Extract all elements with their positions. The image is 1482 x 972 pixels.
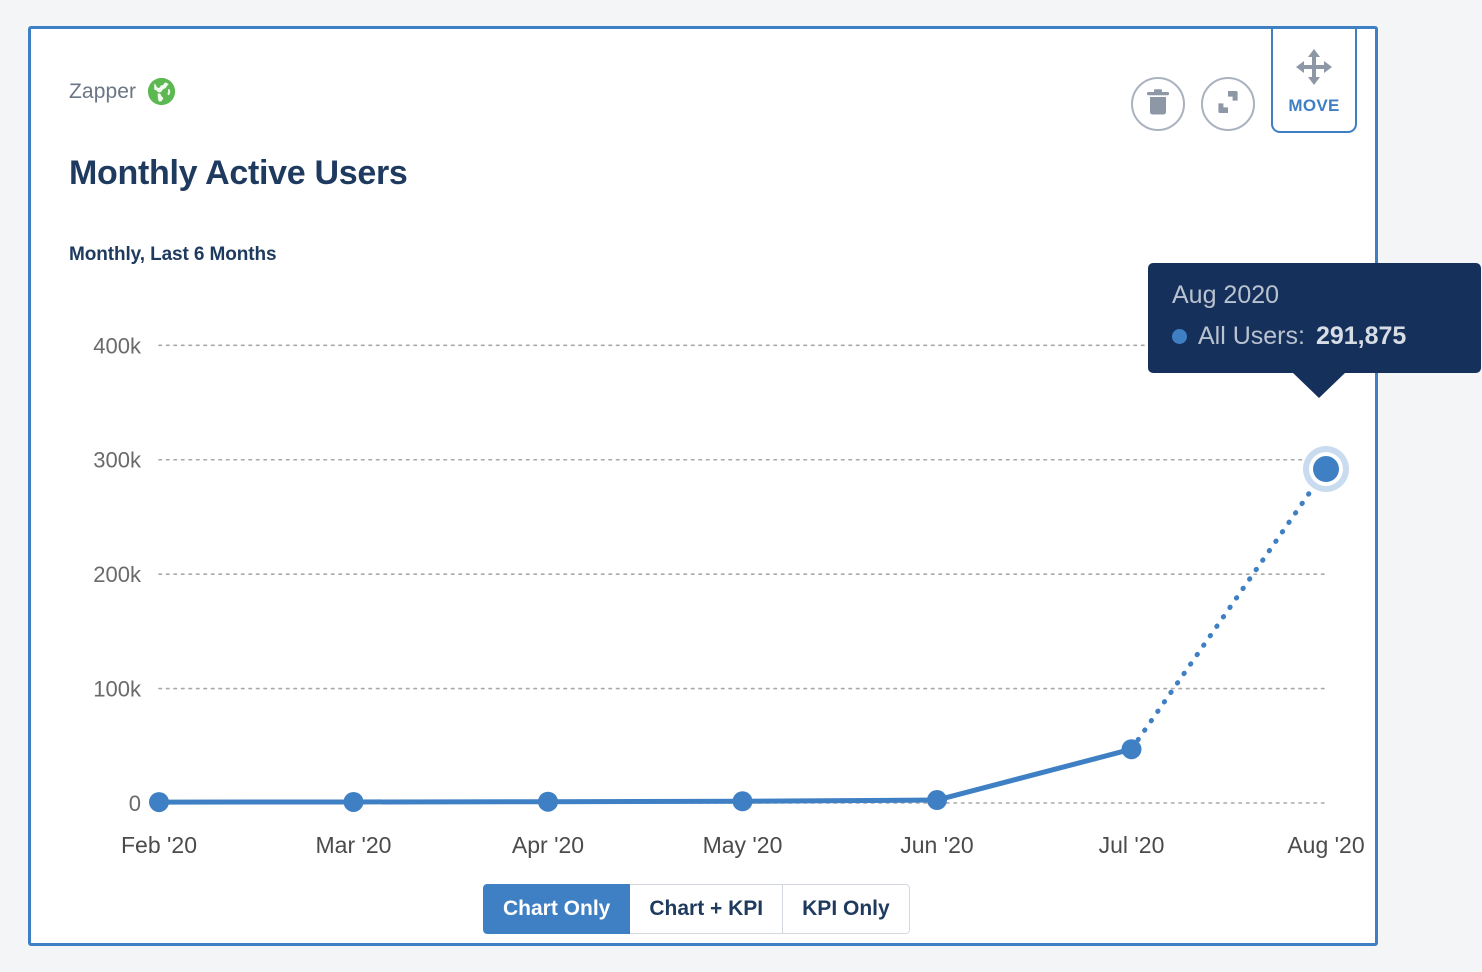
x-axis-tick: Jun '20 xyxy=(900,832,973,858)
y-axis-tick: 300k xyxy=(93,448,142,473)
globe-icon xyxy=(147,77,176,106)
toggle-kpi-only[interactable]: KPI Only xyxy=(783,884,910,934)
x-axis-tick: Apr '20 xyxy=(512,832,584,858)
highlight-halo xyxy=(1303,446,1349,493)
card-toolbar: MOVE xyxy=(1131,29,1375,139)
data-point[interactable] xyxy=(732,791,753,812)
tooltip-series-label: All Users: xyxy=(1198,322,1305,350)
delete-button[interactable] xyxy=(1131,77,1185,131)
move-arrows-icon xyxy=(1292,45,1336,94)
resize-icon xyxy=(1214,88,1242,121)
x-axis-tick: May '20 xyxy=(703,832,783,858)
x-axis-tick: Feb '20 xyxy=(121,832,197,858)
data-point[interactable] xyxy=(149,792,169,813)
x-axis-tick: Jul '20 xyxy=(1099,832,1165,858)
highlight-ring xyxy=(1309,452,1343,487)
tooltip-title: Aug 2020 xyxy=(1172,281,1280,309)
chart-subtitle: Monthly, Last 6 Months xyxy=(69,244,277,265)
data-source: Zapper xyxy=(69,77,176,106)
data-point[interactable] xyxy=(1121,739,1142,760)
toggle-chart-only[interactable]: Chart Only xyxy=(483,884,631,934)
y-axis-tick: 0 xyxy=(129,791,141,816)
tooltip-value: 291,875 xyxy=(1315,322,1407,350)
page-title: Monthly Active Users xyxy=(69,154,408,192)
dashboard-card: Zapper Monthly Active Users Monthly, Las… xyxy=(28,26,1481,946)
tooltip-row: All Users: 291,875 xyxy=(1172,322,1457,351)
tooltip-arrow xyxy=(1292,372,1346,398)
tooltip-series-dot xyxy=(1172,329,1187,344)
x-axis-tick: Mar '20 xyxy=(316,832,392,858)
data-point[interactable] xyxy=(343,791,364,812)
y-axis-tick: 100k xyxy=(93,677,142,702)
series-line-actual xyxy=(156,746,1134,805)
y-axis-tick: 400k xyxy=(93,333,142,358)
toggle-chart-kpi[interactable]: Chart + KPI xyxy=(630,884,784,934)
data-point[interactable] xyxy=(1313,456,1339,483)
series-line-projected xyxy=(1129,466,1329,752)
view-mode-toggle: Chart Only Chart + KPI KPI Only xyxy=(483,884,910,934)
move-button[interactable]: MOVE xyxy=(1271,29,1357,133)
data-point[interactable] xyxy=(538,791,558,812)
trash-icon xyxy=(1145,88,1171,121)
source-name-label: Zapper xyxy=(69,79,137,103)
move-button-label: MOVE xyxy=(1288,95,1340,115)
data-point[interactable] xyxy=(927,790,947,811)
x-axis-tick: Aug '20 xyxy=(1287,832,1364,858)
chart-tooltip: Aug 2020 All Users: 291,875 xyxy=(1148,263,1481,398)
screen: Zapper Monthly Active Users Monthly, Las… xyxy=(0,0,1482,972)
resize-button[interactable] xyxy=(1201,77,1255,131)
y-axis-tick: 200k xyxy=(93,562,142,587)
